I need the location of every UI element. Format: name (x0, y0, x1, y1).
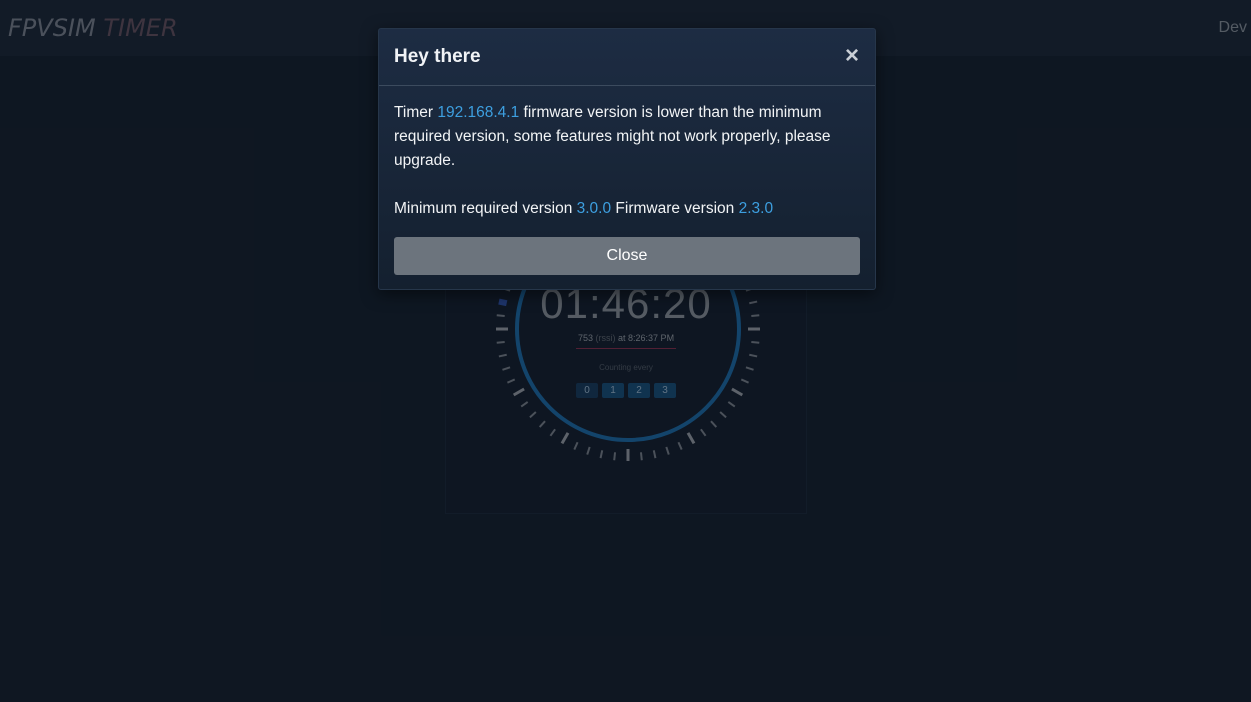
fw-version-value: 2.3.0 (738, 200, 774, 217)
fw-version-label: Firmware version (615, 200, 735, 217)
modal-header: Hey there × (379, 29, 875, 86)
modal-body: Timer 192.168.4.1 firmware version is lo… (394, 101, 860, 221)
close-button[interactable]: Close (394, 237, 860, 275)
min-version-value: 3.0.0 (576, 200, 612, 217)
min-version-label: Minimum required version (394, 200, 573, 217)
close-icon[interactable]: × (845, 43, 859, 69)
version-info: Minimum required version 3.0.0 Firmware … (394, 197, 860, 221)
msg-prefix: Timer (394, 104, 434, 121)
warning-message: Timer 192.168.4.1 firmware version is lo… (394, 101, 860, 173)
timer-ip: 192.168.4.1 (437, 104, 520, 121)
firmware-warning-modal: Hey there × Timer 192.168.4.1 firmware v… (378, 28, 876, 290)
modal-title: Hey there (394, 46, 481, 67)
